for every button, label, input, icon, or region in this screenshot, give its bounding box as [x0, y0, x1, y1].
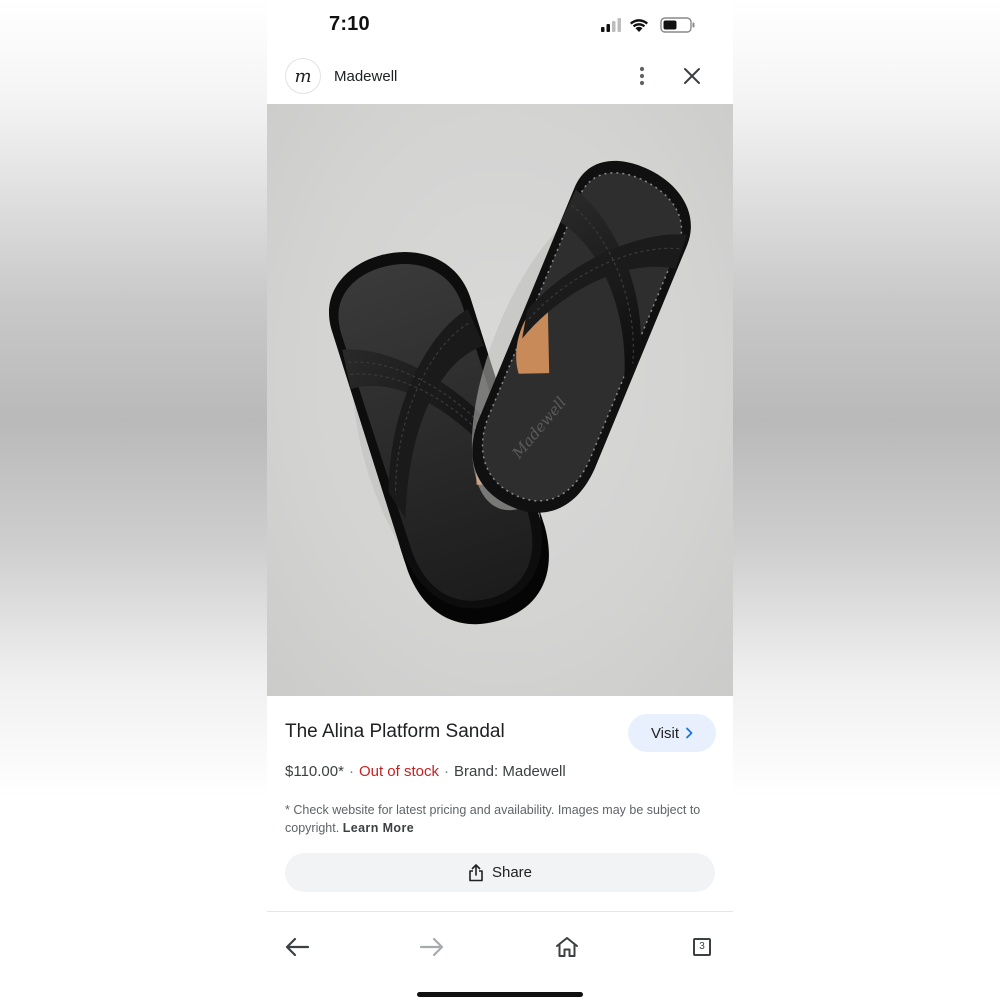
right-sandal: Madewell	[472, 161, 691, 513]
home-indicator	[417, 992, 583, 997]
disclaimer: * Check website for latest pricing and a…	[285, 801, 717, 837]
phone-screen: 7:10 m Madewell Madewell The Alina Platf…	[267, 0, 733, 1000]
tabs-button[interactable]: 3	[685, 930, 719, 964]
share-button[interactable]: Share	[285, 853, 715, 892]
forward-button[interactable]	[415, 930, 449, 964]
product-price: $110.00*	[285, 763, 344, 780]
chevron-right-icon	[686, 727, 693, 739]
home-button[interactable]	[550, 930, 584, 964]
wifi-icon	[630, 19, 648, 32]
share-label: Share	[491, 864, 533, 881]
visit-button[interactable]: Visit	[628, 714, 716, 752]
product-title[interactable]: The Alina Platform Sandal	[285, 721, 505, 743]
home-icon	[556, 937, 578, 957]
status-icons	[601, 17, 695, 33]
product-brand: Brand: Madewell	[454, 763, 566, 780]
visit-label: Visit	[650, 724, 680, 742]
more-options-button[interactable]	[627, 61, 657, 91]
learn-more-link[interactable]: Learn More	[343, 821, 414, 835]
stock-status: Out of stock	[358, 763, 439, 780]
separator-dot: ·	[444, 763, 449, 780]
close-icon	[684, 68, 700, 84]
back-arrow-icon	[285, 937, 310, 957]
site-logo-letter: m	[294, 65, 312, 87]
status-bar: 7:10	[267, 0, 733, 50]
separator-dot: ·	[348, 763, 354, 780]
cellular-signal-icon	[601, 18, 621, 32]
battery-icon	[660, 17, 695, 33]
product-image[interactable]: Madewell	[267, 104, 733, 696]
bottom-navigation: 3	[267, 918, 733, 974]
close-button[interactable]	[677, 61, 707, 91]
product-meta-row: $110.00* · Out of stock · Brand: Madewell	[285, 763, 566, 780]
back-button[interactable]	[280, 930, 314, 964]
forward-arrow-icon	[419, 937, 444, 957]
share-icon	[469, 863, 483, 881]
more-vertical-icon	[639, 66, 645, 86]
status-time: 7:10	[329, 13, 370, 35]
tabs-icon: 3	[693, 938, 711, 956]
site-name[interactable]: Madewell	[334, 68, 397, 85]
divider	[267, 911, 733, 912]
sandal-pair-image: Madewell	[329, 161, 691, 625]
site-logo[interactable]: m	[285, 58, 321, 94]
result-header: m Madewell	[267, 52, 733, 104]
